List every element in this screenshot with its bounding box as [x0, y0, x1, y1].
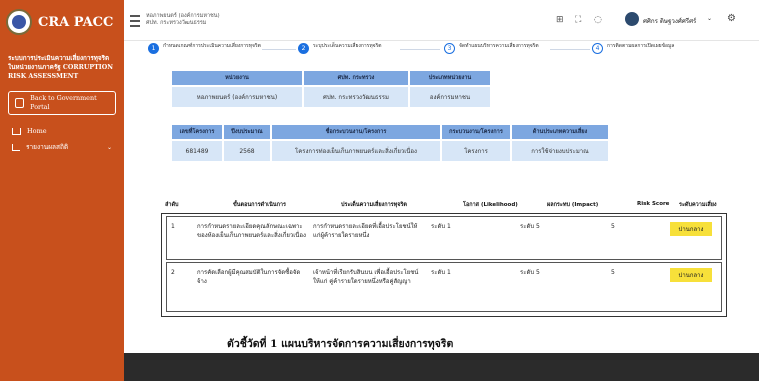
table-row: หอภาพยนตร์ (องค์การมหาชน) ศปท. กระทรวงวั… [172, 87, 490, 107]
risk-table-body: 1 การกำหนดรายละเอียดคุณลักษณะเฉพาะของห้อ… [161, 213, 727, 317]
table-cell: โครงการท่องเย็นเก็บภาพยนตร์และสิ่งเกี่ยว… [272, 141, 440, 161]
sidebar-item-label: รายงานผลสถิติ [26, 143, 69, 151]
step-4[interactable]: 4 การติดตามผลการเปิดเผยข้อมูล [592, 43, 722, 54]
column-header: ปีงบประมาณ [224, 125, 270, 139]
column-header: ชื่อกระบวนงาน/โครงการ [272, 125, 440, 139]
process-step: การกำหนดรายละเอียดคุณลักษณะเฉพาะของห้องเ… [197, 223, 306, 239]
risk-table-header: ลำดับ ขั้นตอนการดำเนินการ ประเด็นความเสี… [161, 199, 727, 213]
ministry-name: ศปท. กระทรวงวัฒนธรรม [146, 20, 207, 26]
row-number: 2 [171, 269, 175, 276]
agency-name: หอภาพยนตร์ (องค์การมหาชน) [146, 13, 220, 19]
column-header: ประเภทหน่วยงาน [410, 71, 490, 85]
column-header: ขั้นตอนการดำเนินการ [233, 202, 286, 208]
user-name[interactable]: ศศิกร ดิษฐวงศ์ศรีศร์ [643, 16, 696, 26]
bell-icon[interactable]: ◌ [594, 15, 602, 25]
table-cell: องค์การมหาชน [410, 87, 490, 107]
column-header: ระดับความเสี่ยง [679, 202, 717, 208]
agency-info: หอภาพยนตร์ (องค์การมหาชน) ศปท. กระทรวงวั… [146, 13, 220, 27]
chevron-down-icon: ⌄ [106, 143, 112, 151]
row-number: 1 [171, 223, 175, 230]
column-header: เลขที่โครงการ [172, 125, 222, 139]
gear-icon[interactable]: ⚙ [727, 13, 736, 24]
likelihood: ระดับ 1 [431, 269, 451, 276]
brand[interactable]: CRA PACC [0, 0, 124, 44]
step-number: 2 [298, 43, 309, 54]
table-cell: 681489 [172, 141, 222, 161]
step-2[interactable]: 2 ระบุประเด็นความเสี่ยงการทุจริต [298, 43, 408, 54]
chart-icon [12, 143, 20, 151]
topbar: หอภาพยนตร์ (องค์การมหาชน) ศปท. กระทรวงวั… [124, 0, 759, 41]
back-to-portal-button[interactable]: Back to Government Portal [8, 91, 116, 115]
brand-title: CRA PACC [38, 14, 114, 30]
column-header: ผลกระทบ (Impact) [547, 202, 599, 208]
column-header: ลำดับ [165, 202, 179, 208]
process-step: การคัดเลือกผู้มีคุณสมบัติในการจัดซื้อจัด… [197, 269, 301, 285]
step-number: 1 [148, 43, 159, 54]
column-header: ประเด็นความเสี่ยงการทุจริต [341, 202, 407, 208]
system-description: ระบบการประเมินความเสี่ยงการทุจริตในหน่วย… [8, 55, 113, 80]
column-header: กระบวนงาน/โครงการ [442, 125, 510, 139]
sidebar: CRA PACC ระบบการประเมินความเสี่ยงการทุจร… [0, 0, 124, 381]
step-1[interactable]: 1 กำหนดเกณฑ์การประเมินความเสี่ยงการทุจริ… [148, 43, 268, 54]
agency-table: หน่วยงาน ศปท. กระทรวง ประเภทหน่วยงาน หอภ… [170, 69, 492, 109]
avatar[interactable] [625, 12, 639, 26]
indicator-title: ตัวชี้วัดที่ 1 แผนบริหารจัดการความเสี่ยง… [227, 338, 454, 350]
table-cell: หอภาพยนตร์ (องค์การมหาชน) [172, 87, 302, 107]
step-label: ระบุประเด็นความเสี่ยงการทุจริต [313, 43, 382, 49]
grid-icon[interactable]: ⊞ [556, 15, 564, 25]
risk-level-badge: ปานกลาง [670, 268, 712, 282]
sidebar-item-label: Home [27, 127, 47, 135]
column-header: ศปท. กระทรวง [304, 71, 408, 85]
table-cell: การใช้จ่ายงบประมาณ [512, 141, 608, 161]
sidebar-item-home[interactable]: Home [0, 115, 124, 135]
table-row: 2 การคัดเลือกผู้มีคุณสมบัติในการจัดซื้อจ… [166, 262, 722, 312]
column-header: Risk Score [637, 201, 670, 207]
house-icon [12, 127, 21, 135]
step-number: 3 [444, 43, 455, 54]
menu-icon[interactable] [130, 15, 140, 27]
risk-issue: เจ้าหน้าที่เรียกรับสินบน เพื่อเอื้อประโย… [313, 269, 419, 285]
fullscreen-icon[interactable]: ⛶ [575, 15, 581, 25]
stepper: 1 กำหนดเกณฑ์การประเมินความเสี่ยงการทุจริ… [124, 41, 759, 67]
table-row: 681489 2568 โครงการท่องเย็นเก็บภาพยนตร์แ… [172, 141, 608, 161]
main-content: 1 กำหนดเกณฑ์การประเมินความเสี่ยงการทุจริ… [124, 41, 759, 353]
chevron-down-icon[interactable]: ⌄ [707, 15, 712, 22]
step-label: การติดตามผลการเปิดเผยข้อมูล [607, 43, 675, 49]
risk-score: 5 [611, 269, 615, 276]
table-cell: ศปท. กระทรวงวัฒนธรรม [304, 87, 408, 107]
sidebar-item-report[interactable]: รายงานผลสถิติ ⌄ [0, 135, 124, 152]
impact: ระดับ 5 [520, 269, 540, 276]
risk-level-badge: ปานกลาง [670, 222, 712, 236]
step-number: 4 [592, 43, 603, 54]
column-header: ด้านประเภทความเสี่ยง [512, 125, 608, 139]
bottom-bar [124, 353, 759, 381]
table-cell: 2568 [224, 141, 270, 161]
impact: ระดับ 5 [520, 223, 540, 230]
column-header: หน่วยงาน [172, 71, 302, 85]
column-header: โอกาส (Likelihood) [463, 202, 518, 208]
step-label: จัดทำแผนบริหารความเสี่ยงการทุจริต [459, 43, 539, 49]
risk-issue: การกำหนดรายละเอียดที่เอื้อประโยชน์ให้แก่… [313, 223, 418, 239]
step-label: กำหนดเกณฑ์การประเมินความเสี่ยงการทุจริต [163, 43, 261, 49]
table-row: 1 การกำหนดรายละเอียดคุณลักษณะเฉพาะของห้อ… [166, 216, 722, 260]
table-cell: โครงการ [442, 141, 510, 161]
back-button-label: Back to Government Portal [30, 94, 97, 111]
back-icon [15, 98, 25, 108]
logo-icon [6, 9, 32, 35]
likelihood: ระดับ 1 [431, 223, 451, 230]
step-3[interactable]: 3 จัดทำแผนบริหารความเสี่ยงการทุจริต [444, 43, 574, 54]
risk-score: 5 [611, 223, 615, 230]
project-table: เลขที่โครงการ ปีงบประมาณ ชื่อกระบวนงาน/โ… [170, 123, 610, 163]
